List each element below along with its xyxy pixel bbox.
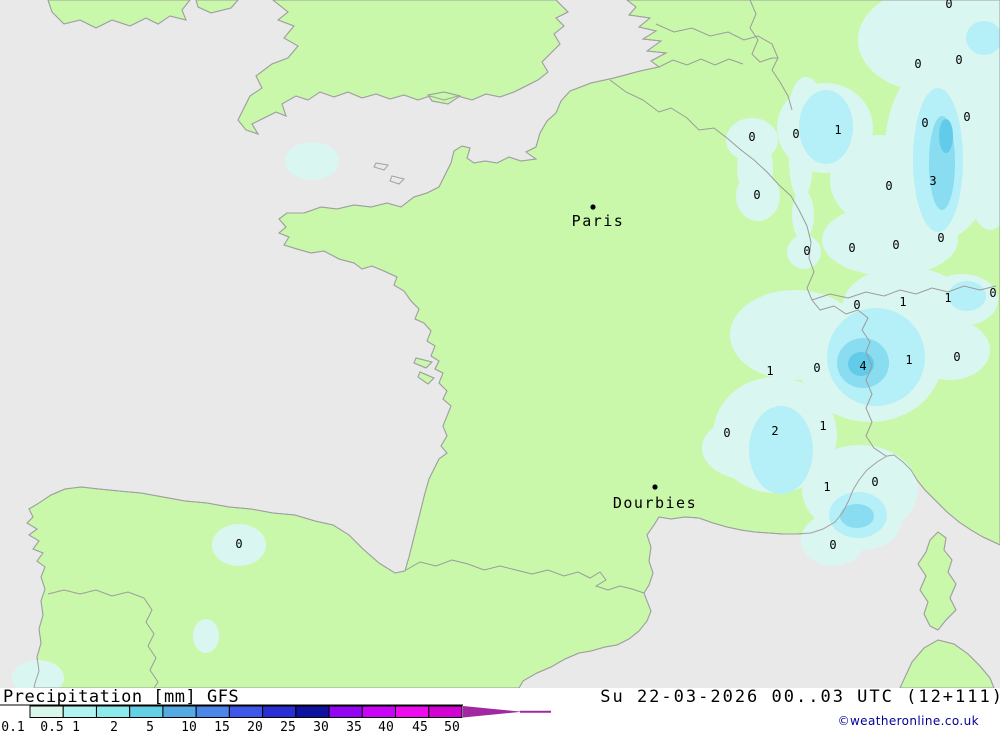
precip-value-label: 0 [848, 241, 855, 255]
legend-color-cell [63, 706, 96, 718]
legend-title: Precipitation [mm] GFS [3, 687, 239, 707]
precip-value-label: 0 [829, 538, 836, 552]
precip-value-label: 0 [945, 0, 952, 11]
precip-value-label: 0 [753, 188, 760, 202]
legend-color-cell [396, 706, 429, 718]
legend-tick-label: 35 [346, 720, 362, 733]
precip-area-level0 [792, 190, 814, 240]
precip-value-label: 4 [859, 359, 866, 373]
map-area: 0 0 0 0 0 1 0 0 3 0 0 0 0 0 0 0 1 1 0 1 0 4 1 0 0 2 1 1 0 0 0 Paris Dou… [0, 0, 1000, 696]
legend-tick-label: 2 [110, 720, 118, 733]
precipitation-map: 0000010030000000110104100211000 ParisDou… [0, 0, 1000, 733]
legend-color-cell [296, 706, 329, 718]
precip-value-label: 3 [929, 174, 936, 188]
legend-color-cell [329, 706, 362, 718]
precip-area-level1 [799, 90, 853, 164]
precip-value-label: 0 [892, 238, 899, 252]
legend-color-cell [429, 706, 462, 718]
precip-value-label: 0 [914, 57, 921, 71]
legend-color-cell [362, 706, 395, 718]
precip-value-label: 0 [235, 537, 242, 551]
legend-color-cell [130, 706, 163, 718]
precip-area-level1 [749, 406, 813, 494]
precip-value-label: 0 [853, 298, 860, 312]
precip-value-label: 2 [771, 424, 778, 438]
city-label-paris: Paris [572, 212, 625, 230]
legend-colorbar [30, 706, 551, 718]
precip-value-label: 1 [819, 419, 826, 433]
legend-tick-label: 30 [313, 720, 329, 733]
legend-color-cell [96, 706, 129, 718]
precip-value-label: 1 [834, 123, 841, 137]
precip-value-label: 1 [899, 295, 906, 309]
city-marker-paris [590, 204, 595, 209]
precip-value-label: 0 [989, 286, 996, 300]
precip-value-label: 0 [921, 116, 928, 130]
precip-value-label: 0 [792, 127, 799, 141]
legend-tick-label: 1 [72, 720, 80, 733]
legend-color-cell [30, 706, 63, 718]
legend-tick-label: 0.1 [1, 720, 24, 733]
precip-value-label: 0 [871, 475, 878, 489]
precip-value-label: 1 [944, 291, 951, 305]
legend-color-cell [263, 706, 296, 718]
legend-color-cell [229, 706, 262, 718]
legend-color-cell [163, 706, 196, 718]
precip-value-label: 0 [803, 244, 810, 258]
precip-area-level0 [285, 142, 339, 180]
precip-value-label: 0 [748, 130, 755, 144]
weather-map-page: 0000010030000000110104100211000 ParisDou… [0, 0, 1000, 733]
datetime-label: Su 22-03-2026 00..03 UTC (12+111) [600, 687, 1000, 707]
legend-color-cell [196, 706, 229, 718]
footer-bar: Precipitation [mm] GFS Su 22-03-2026 00.… [0, 687, 1000, 733]
legend-topline [0, 705, 463, 706]
precip-value-label: 1 [905, 353, 912, 367]
legend-tick-label: 25 [280, 720, 296, 733]
legend-tick-label: 45 [412, 720, 428, 733]
precip-value-label: 1 [823, 480, 830, 494]
legend-tick-label: 5 [146, 720, 154, 733]
precip-area-level0 [193, 619, 219, 653]
precip-value-label: 0 [885, 179, 892, 193]
city-label-dourbies: Dourbies [613, 494, 697, 512]
precip-area-level3 [939, 119, 953, 153]
precip-value-label: 0 [953, 350, 960, 364]
precip-value-label: 1 [766, 364, 773, 378]
precip-area-level1 [948, 281, 986, 311]
legend-tick-label: 10 [181, 720, 197, 733]
city-marker-dourbies [652, 484, 657, 489]
precip-value-label: 0 [963, 110, 970, 124]
legend-tick-label: 20 [247, 720, 263, 733]
precip-value-label: 0 [955, 53, 962, 67]
precip-value-label: 0 [723, 426, 730, 440]
legend-tick-label: 15 [214, 720, 230, 733]
legend-arrow-tail [520, 711, 551, 713]
precip-value-label: 0 [937, 231, 944, 245]
legend-tick-label: 50 [444, 720, 460, 733]
precip-value-label: 0 [813, 361, 820, 375]
legend-tick-label: 0.5 [40, 720, 63, 733]
legend-tick-label: 40 [378, 720, 394, 733]
credit-link[interactable]: ©weatheronline.co.uk [838, 714, 979, 728]
